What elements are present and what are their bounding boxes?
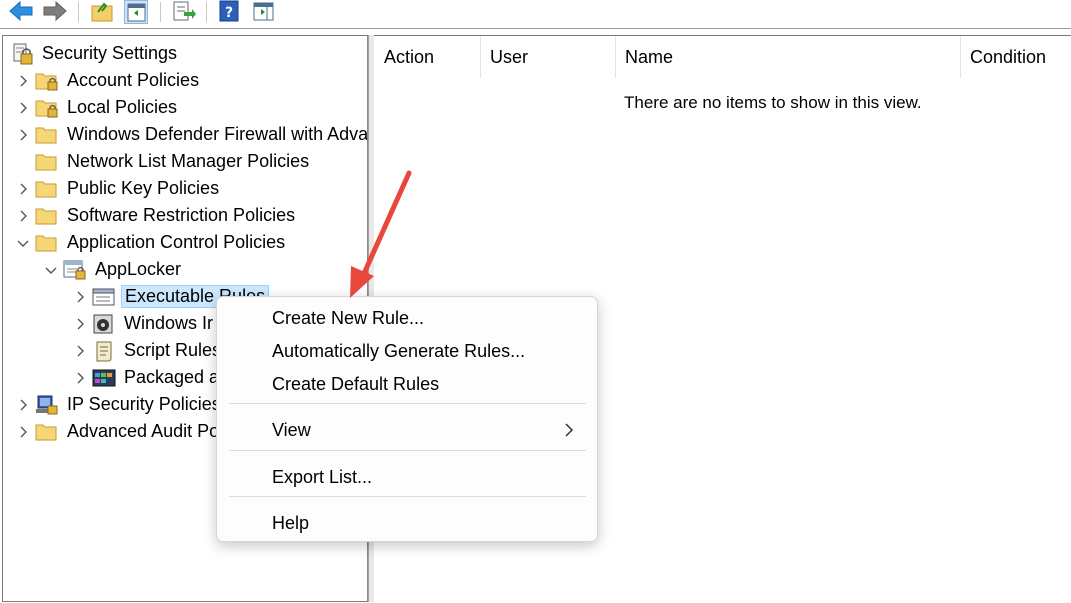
column-header-action[interactable]: Action: [374, 36, 480, 78]
tree-item-local-policies[interactable]: Local Policies: [15, 94, 180, 121]
tree-item-label: Windows Defender Firewall with Advar: [67, 124, 369, 144]
tree-item-ip-security-policies[interactable]: IP Security Policies: [15, 391, 224, 418]
menu-item-create-default-rules[interactable]: Create Default Rules: [223, 368, 591, 400]
menu-item-view[interactable]: View: [223, 414, 591, 446]
folder-icon: [35, 421, 59, 443]
tree-item-label: Packaged a: [124, 367, 220, 387]
tree-item-security-settings[interactable]: Security Settings: [11, 40, 180, 67]
show-hide-action-pane-icon[interactable]: [252, 0, 276, 24]
tree-item-account-policies[interactable]: Account Policies: [15, 67, 202, 94]
chevron-right-icon[interactable]: [15, 397, 31, 413]
tree-item-applocker[interactable]: AppLocker: [43, 256, 184, 283]
tree-item-application-control[interactable]: Application Control Policies: [15, 229, 288, 256]
packaged-app-icon: [92, 367, 116, 389]
folder-icon: [35, 178, 59, 200]
tree-item-windows-defender-firewall[interactable]: Windows Defender Firewall with Advar: [15, 121, 369, 148]
tree-item-windows-installer-rules[interactable]: Windows Ir: [72, 310, 216, 337]
tree-item-advanced-audit[interactable]: Advanced Audit Po: [15, 418, 222, 445]
menu-separator: [229, 403, 586, 404]
chevron-right-icon[interactable]: [15, 181, 31, 197]
empty-list-message: There are no items to show in this view.: [624, 93, 922, 112]
folder-icon: [35, 232, 59, 254]
tree-item-label: Local Policies: [67, 97, 178, 117]
tree-item-label: Software Restriction Policies: [67, 205, 296, 225]
folder-icon: [35, 124, 59, 146]
folder-lock-icon: [35, 97, 59, 119]
forward-icon[interactable]: [42, 0, 67, 24]
chevron-right-icon[interactable]: [72, 370, 88, 386]
tree-item-script-rules[interactable]: Script Rules: [72, 337, 224, 364]
export-list-icon[interactable]: [172, 0, 196, 24]
chevron-right-icon[interactable]: [72, 316, 88, 332]
menu-item-auto-generate-rules[interactable]: Automatically Generate Rules...: [223, 335, 591, 367]
toolbar: ?: [0, 0, 1071, 29]
tree-item-label: Advanced Audit Po: [67, 421, 220, 441]
installer-icon: [92, 313, 116, 335]
menu-item-help[interactable]: Help: [223, 507, 591, 539]
chevron-right-icon[interactable]: [72, 289, 88, 305]
chevron-right-icon[interactable]: [15, 424, 31, 440]
tree-item-label: Script Rules: [124, 340, 222, 360]
chevron-right-icon[interactable]: [15, 127, 31, 143]
tree-item-label: Network List Manager Policies: [67, 151, 310, 171]
ip-security-icon: [35, 394, 59, 416]
folder-icon: [35, 205, 59, 227]
folder-lock-icon: [35, 70, 59, 92]
tree-item-label: Account Policies: [67, 70, 200, 90]
context-menu: Create New Rule... Automatically Generat…: [216, 296, 598, 542]
tree-item-label: Application Control Policies: [67, 232, 286, 252]
chevron-down-icon[interactable]: [43, 262, 59, 278]
column-header-user[interactable]: User: [480, 36, 615, 78]
up-folder-icon[interactable]: [90, 0, 114, 24]
column-header-name[interactable]: Name: [615, 36, 960, 78]
chevron-right-icon[interactable]: [15, 100, 31, 116]
menu-item-label: View: [272, 419, 311, 440]
script-icon: [92, 340, 116, 362]
tree-item-packaged-app-rules[interactable]: Packaged a: [72, 364, 222, 391]
tree-item-label: Security Settings: [42, 43, 178, 63]
security-settings-icon: [11, 43, 35, 65]
tree-item-software-restriction[interactable]: Software Restriction Policies: [15, 202, 298, 229]
column-header-condition[interactable]: Condition: [960, 36, 1071, 78]
tree-item-label: AppLocker: [95, 259, 182, 279]
chevron-down-icon[interactable]: [15, 235, 31, 251]
tree-item-network-list-manager[interactable]: Network List Manager Policies: [31, 148, 312, 175]
chevron-right-icon: [563, 422, 575, 443]
tree-item-label: Public Key Policies: [67, 178, 220, 198]
executable-rules-icon: [92, 286, 116, 308]
menu-item-export-list[interactable]: Export List...: [223, 461, 591, 493]
chevron-right-icon[interactable]: [15, 73, 31, 89]
chevron-right-icon[interactable]: [72, 343, 88, 359]
applocker-icon: [63, 259, 87, 281]
tree-item-public-key-policies[interactable]: Public Key Policies: [15, 175, 222, 202]
menu-separator: [229, 496, 586, 497]
svg-text:?: ?: [225, 5, 233, 21]
back-icon[interactable]: [8, 0, 33, 24]
menu-separator: [229, 450, 586, 451]
help-icon[interactable]: ?: [218, 0, 242, 24]
folder-icon: [35, 151, 59, 173]
chevron-right-icon[interactable]: [15, 208, 31, 224]
menu-item-create-new-rule[interactable]: Create New Rule...: [223, 302, 591, 334]
tree-item-label: Windows Ir: [124, 313, 214, 333]
tree-item-label: IP Security Policies: [67, 394, 221, 414]
show-hide-tree-icon[interactable]: [124, 0, 148, 24]
